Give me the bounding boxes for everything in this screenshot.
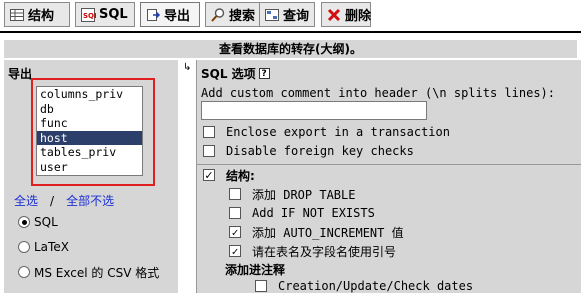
creation-dates-row[interactable]: Creation/Update/Check dates	[255, 277, 473, 293]
section-divider	[197, 164, 581, 165]
tab-export-label: 导出	[164, 9, 191, 24]
disable-fk-checkbox[interactable]	[203, 145, 215, 157]
tab-query-label: 查询	[283, 9, 310, 24]
delete-icon	[326, 7, 342, 23]
export-legend: 导出	[8, 67, 33, 81]
comments-heading: 添加进注释	[225, 260, 285, 278]
format-csv-radio-row[interactable]: MS Excel 的 CSV 格式	[18, 263, 159, 281]
tab-search-label: 搜索	[229, 9, 256, 24]
sql-options-heading: SQL 选项 ?	[201, 65, 270, 82]
tab-bar: 结构 SQL SQL 导出 搜索 查询 删除	[0, 0, 581, 33]
if-not-exists-label: Add IF NOT EXISTS	[252, 206, 375, 220]
disable-fk-row[interactable]: Disable foreign key checks	[203, 142, 414, 160]
format-latex-radio[interactable]	[18, 241, 30, 253]
format-csv-radio[interactable]	[18, 266, 30, 278]
tab-drop[interactable]: 删除	[321, 2, 371, 27]
structure-icon	[9, 7, 25, 23]
nest-arrow-icon: ↳	[183, 62, 192, 73]
help-icon[interactable]: ?	[258, 68, 270, 79]
drop-table-row[interactable]: 添加 DROP TABLE	[229, 185, 355, 203]
creation-dates-label: Creation/Update/Check dates	[278, 279, 474, 293]
backquotes-label: 请在表名及字段名使用引号	[252, 244, 397, 259]
tab-query[interactable]: 查询	[259, 2, 315, 27]
auto-increment-label: 添加 AUTO_INCREMENT 值	[252, 225, 404, 240]
tab-structure[interactable]: 结构	[4, 2, 70, 27]
comment-input[interactable]	[201, 101, 427, 120]
drop-table-label: 添加 DROP TABLE	[252, 187, 356, 202]
tab-sql[interactable]: SQL SQL	[75, 2, 135, 27]
comment-label: Add custom comment into header (\n split…	[201, 86, 556, 100]
svg-text:SQL: SQL	[83, 12, 96, 20]
backquotes-checkbox[interactable]: ✓	[229, 245, 241, 257]
search-icon	[210, 7, 226, 23]
select-links: 全选 / 全部不选	[14, 192, 114, 209]
deselect-all-link[interactable]: 全部不选	[66, 194, 114, 208]
format-latex-radio-row[interactable]: LaTeX	[18, 238, 69, 256]
tab-structure-label: 结构	[28, 9, 55, 24]
format-sql-label: SQL	[34, 215, 58, 229]
backquotes-row[interactable]: ✓ 请在表名及字段名使用引号	[229, 242, 396, 260]
sql-options-title: SQL 选项	[201, 67, 256, 81]
structure-checkbox[interactable]: ✓	[203, 169, 215, 181]
format-csv-label: MS Excel 的 CSV 格式	[34, 265, 160, 280]
format-latex-label: LaTeX	[34, 240, 69, 254]
if-not-exists-checkbox[interactable]	[229, 207, 241, 219]
sql-options-panel: SQL 选项 ? Add custom comment into header …	[196, 60, 581, 293]
structure-row[interactable]: ✓ 结构:	[203, 166, 255, 184]
auto-increment-checkbox[interactable]: ✓	[229, 226, 241, 238]
format-sql-radio[interactable]	[18, 216, 30, 228]
enclose-transaction-checkbox[interactable]	[203, 126, 215, 138]
disable-fk-label: Disable foreign key checks	[226, 144, 414, 158]
structure-label: 结构:	[226, 168, 255, 183]
format-sql-radio-row[interactable]: SQL	[18, 213, 58, 231]
if-not-exists-row[interactable]: Add IF NOT EXISTS	[229, 204, 375, 222]
tab-export[interactable]: 导出	[140, 2, 200, 27]
drop-table-checkbox[interactable]	[229, 188, 241, 200]
enclose-transaction-label: Enclose export in a transaction	[226, 125, 450, 139]
select-all-link[interactable]: 全选	[14, 194, 38, 208]
export-icon	[145, 7, 161, 23]
page-title: 查看数据库的转存(大纲)。	[4, 40, 577, 58]
sql-icon: SQL	[80, 7, 96, 23]
tab-sql-label: SQL	[99, 7, 128, 22]
tab-drop-label: 删除	[345, 9, 372, 24]
creation-dates-checkbox[interactable]	[255, 280, 267, 292]
comments-label: 添加进注释	[225, 262, 286, 277]
highlight-box	[31, 78, 155, 186]
query-icon	[264, 7, 280, 23]
link-separator: /	[50, 194, 55, 208]
auto-increment-row[interactable]: ✓ 添加 AUTO_INCREMENT 值	[229, 223, 404, 241]
enclose-transaction-row[interactable]: Enclose export in a transaction	[203, 123, 450, 141]
